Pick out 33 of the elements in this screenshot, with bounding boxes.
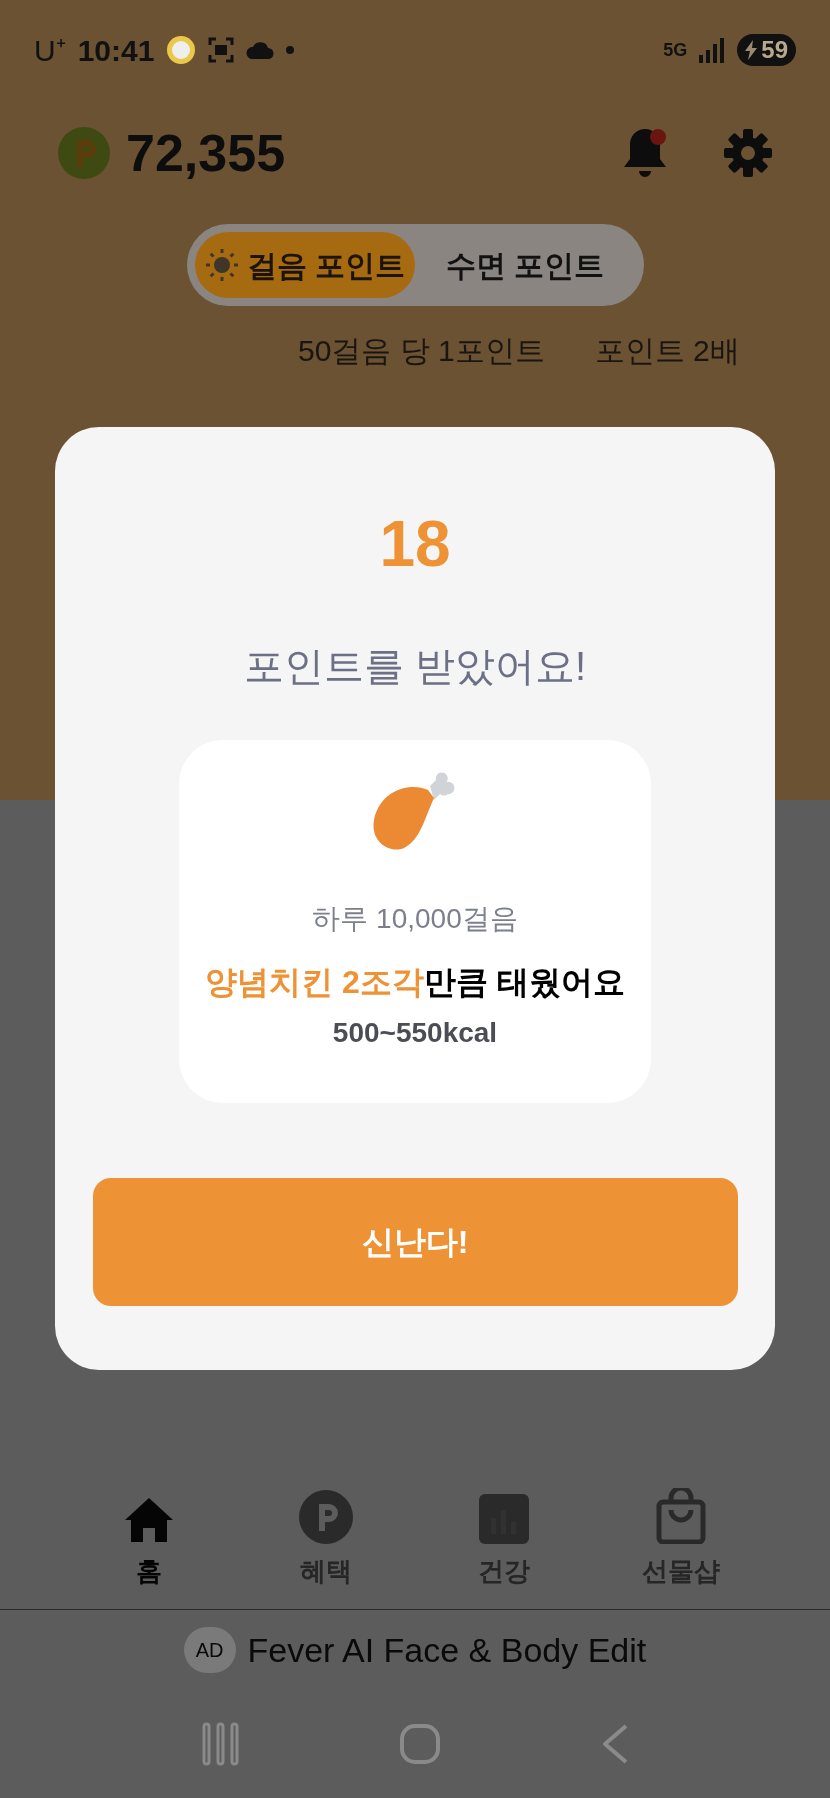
info-text: 포인트 2배 — [594, 332, 740, 369]
shopping-bag-icon — [656, 1488, 707, 1544]
info-text: 50걸음 당 1포인트 — [298, 332, 545, 369]
tab-item[interactable]: 홈 — [88, 1488, 209, 1591]
ad-title[interactable]: Fever AI Face & Body Edit — [247, 1624, 647, 1676]
ad-badge: AD — [183, 1627, 236, 1673]
carrier-text: U⁺ — [34, 32, 66, 69]
mode-tab[interactable]: 수면 포인트 — [415, 232, 636, 298]
points-balance: 72,355 — [126, 122, 286, 184]
dot-icon — [286, 46, 295, 54]
dialog-title: 포인트를 받았어요! — [243, 643, 587, 690]
recent-apps-icon[interactable] — [199, 1722, 240, 1766]
cloud-icon — [246, 41, 275, 59]
sun-icon — [166, 35, 197, 65]
coin-icon — [299, 1490, 354, 1544]
network-text: 5G — [663, 41, 688, 59]
sun-icon — [204, 248, 239, 282]
points-earned: 18 — [379, 512, 451, 576]
calorie-sentence: 양념치킨 2조각만큼 태웠어요 — [205, 963, 625, 1002]
kcal-text: 500~550kcal — [332, 1016, 498, 1050]
screenshot-icon — [208, 37, 235, 63]
settings-icon[interactable] — [724, 128, 772, 177]
coin-icon — [58, 126, 110, 179]
steps-text: 하루 10,000걸음 — [312, 902, 518, 936]
signal-icon — [699, 37, 726, 63]
mode-tab[interactable]: 걸음 포인트 — [194, 232, 415, 298]
battery-text: 59 — [761, 35, 788, 65]
confirm-button[interactable]: 신난다! — [92, 1178, 738, 1306]
home-button-icon[interactable] — [399, 1723, 441, 1765]
chart-icon — [478, 1494, 529, 1544]
charging-icon — [745, 40, 758, 60]
notification-bell-icon[interactable] — [622, 126, 668, 179]
clock-text: 10:41 — [77, 32, 155, 69]
